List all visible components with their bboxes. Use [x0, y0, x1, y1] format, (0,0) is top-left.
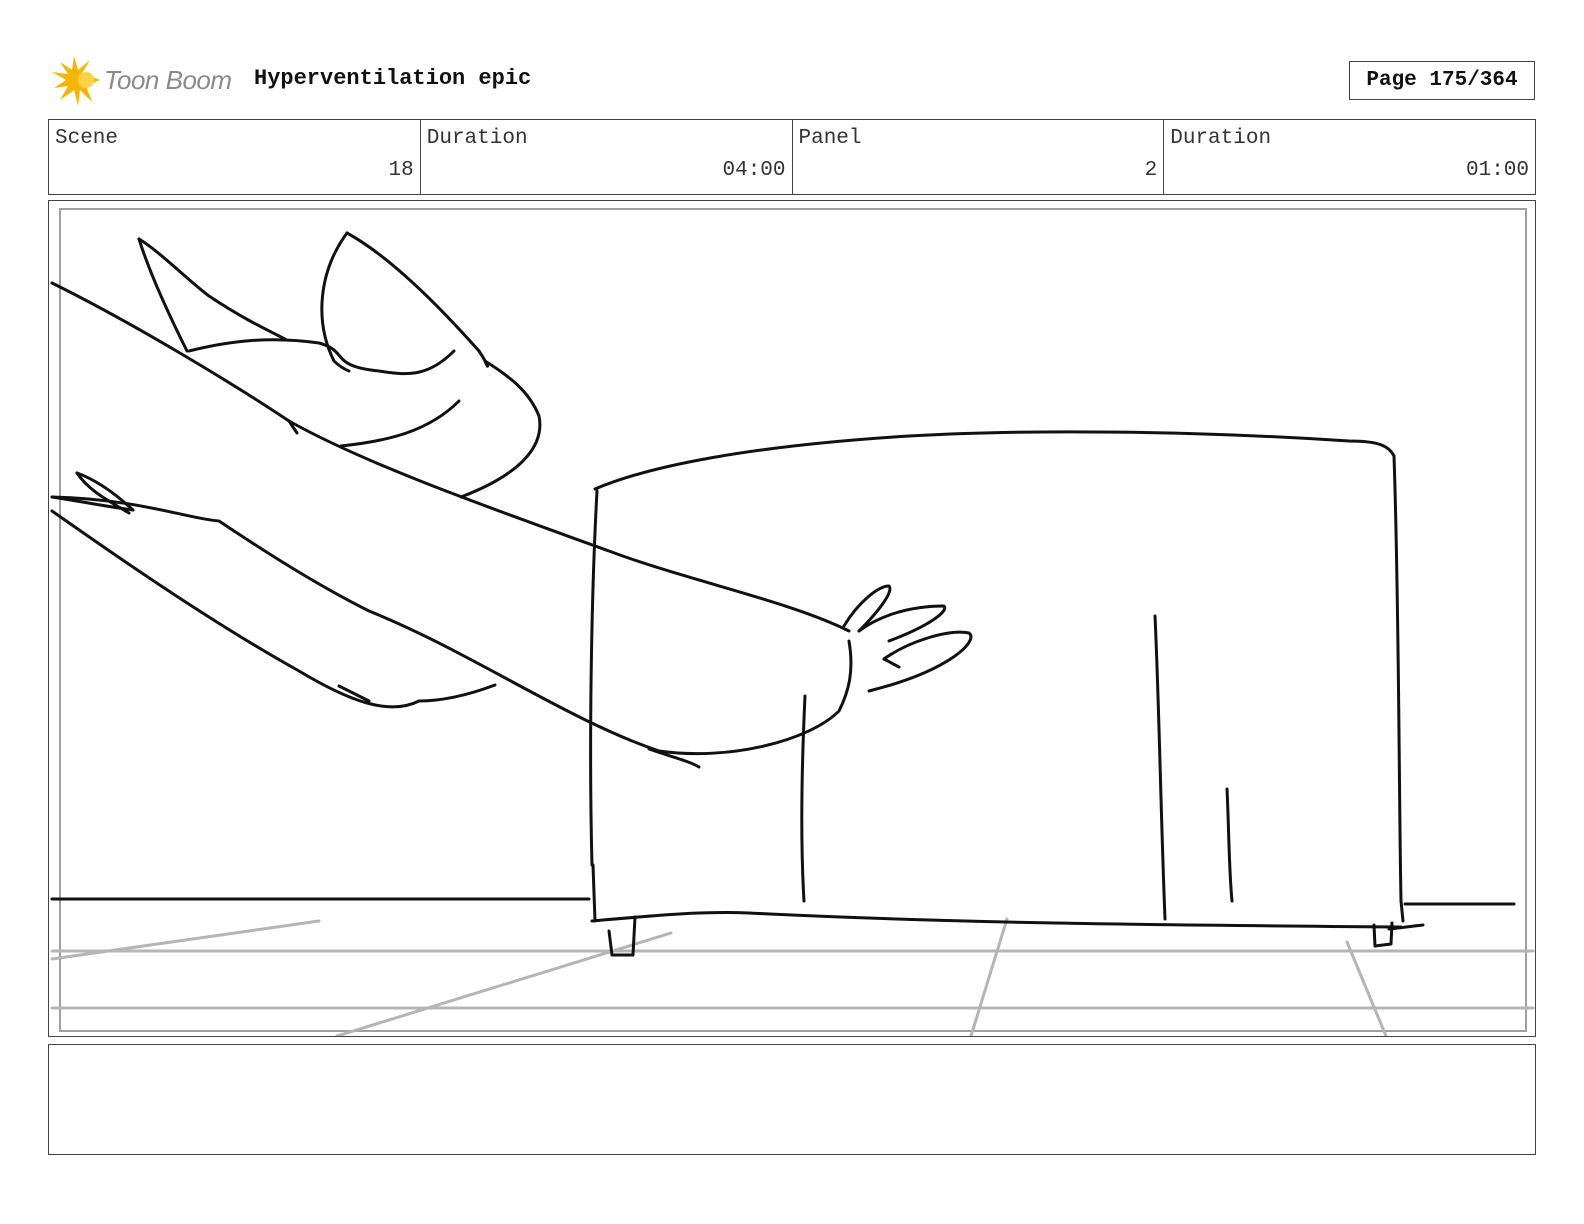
panel-notes: [48, 1044, 1536, 1155]
panel-sketch: [50, 208, 1535, 1036]
scene-label: Scene: [55, 127, 119, 150]
panel-duration-cell: Duration 01:00: [1164, 120, 1535, 194]
couch-sketch: [50, 430, 1516, 957]
scene-cell: Scene 18: [49, 120, 421, 194]
panel-cell: Panel 2: [793, 120, 1165, 194]
project-title: Hyperventilation epic: [254, 66, 532, 91]
scene-value: 18: [388, 159, 414, 182]
storyboard-panel: [48, 200, 1536, 1037]
character-sketch: [50, 231, 973, 769]
panel-duration-label: Duration: [1170, 127, 1272, 150]
scene-duration-cell: Duration 04:00: [421, 120, 793, 194]
safe-area-frame: [59, 208, 1527, 1032]
panel-duration-value: 01:00: [1465, 159, 1529, 182]
scene-info-row: Scene 18 Duration 04:00 Panel 2 Duration…: [48, 119, 1536, 195]
scene-duration-label: Duration: [426, 127, 528, 150]
scene-duration-value: 04:00: [722, 159, 786, 182]
logo-burst-icon: [52, 56, 100, 106]
floor-guides: [50, 917, 1535, 1036]
logo-text: Toon Boom: [104, 65, 232, 95]
page-indicator: Page 175/364: [1349, 61, 1535, 100]
panel-value: 2: [1144, 159, 1158, 182]
panel-label: Panel: [798, 127, 862, 150]
toon-boom-logo: Toon Boom: [52, 56, 242, 106]
